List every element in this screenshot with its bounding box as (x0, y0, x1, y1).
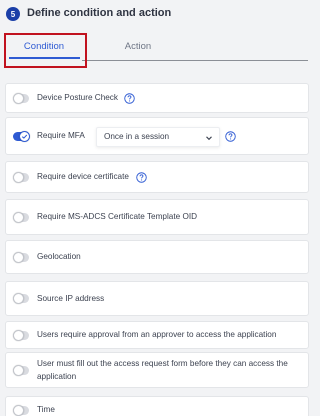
condition-row-access-request-form: User must fill out the access request fo… (5, 352, 309, 388)
condition-row-approver-approval: Users require approval from an approver … (5, 321, 309, 349)
toggle-access-request-form[interactable] (13, 365, 29, 376)
toggle-knob (13, 330, 24, 341)
toggle-geolocation[interactable] (13, 252, 29, 263)
toggle-require-device-certificate[interactable] (13, 172, 29, 183)
toggle-time[interactable] (13, 405, 29, 416)
step-number-badge: 5 (6, 7, 20, 21)
toggle-knob (13, 293, 24, 304)
condition-row-require-device-certificate: Require device certificate (5, 161, 309, 193)
condition-row-require-mfa: Require MFA Once in a session (5, 117, 309, 155)
toggle-knob (13, 252, 24, 263)
toggle-ms-adcs-certificate-oid[interactable] (13, 212, 29, 223)
toggle-knob (13, 93, 24, 104)
chevron-down-icon (205, 134, 213, 142)
condition-label: Device Posture Check (37, 93, 118, 102)
condition-row-geolocation: Geolocation (5, 240, 309, 274)
toggle-knob (13, 212, 24, 223)
mfa-frequency-select[interactable]: Once in a session (96, 127, 220, 147)
condition-label: Time (37, 405, 55, 414)
condition-row-source-ip-address: Source IP address (5, 281, 309, 316)
question-circle-icon[interactable] (225, 131, 236, 142)
toggle-approver-approval[interactable] (13, 330, 29, 341)
question-circle-icon[interactable] (136, 172, 147, 183)
select-value: Once in a session (104, 132, 170, 141)
condition-label: Require MS-ADCS Certificate Template OID (37, 212, 198, 221)
condition-label: Require MFA (37, 131, 85, 140)
check-icon (21, 134, 28, 139)
active-tab-indicator (9, 57, 80, 59)
section-header: 5 Define condition and action (0, 0, 314, 30)
toggle-knob (13, 172, 24, 183)
toggle-knob (19, 131, 30, 142)
condition-row-device-posture-check: Device Posture Check (5, 83, 309, 113)
condition-row-time: Time (5, 396, 309, 416)
condition-label: Require device certificate (37, 172, 129, 181)
condition-label: User must fill out the access request fo… (37, 359, 288, 381)
toggle-device-posture-check[interactable] (13, 93, 29, 104)
tab-bar: Condition Action (0, 30, 314, 62)
condition-label: Geolocation (37, 252, 81, 261)
tab-divider (82, 60, 308, 61)
section-title: Define condition and action (27, 7, 172, 19)
toggle-knob (13, 405, 24, 416)
condition-action-panel: 5 Define condition and action Condition … (0, 0, 314, 416)
toggle-knob (13, 365, 24, 376)
toggle-require-mfa[interactable] (13, 131, 30, 142)
condition-label: Users require approval from an approver … (37, 330, 277, 339)
condition-row-ms-adcs-certificate-oid: Require MS-ADCS Certificate Template OID (5, 199, 309, 235)
toggle-source-ip-address[interactable] (13, 293, 29, 304)
tab-action[interactable]: Action (100, 30, 176, 62)
question-circle-icon[interactable] (124, 93, 135, 104)
condition-label: Source IP address (37, 294, 105, 303)
